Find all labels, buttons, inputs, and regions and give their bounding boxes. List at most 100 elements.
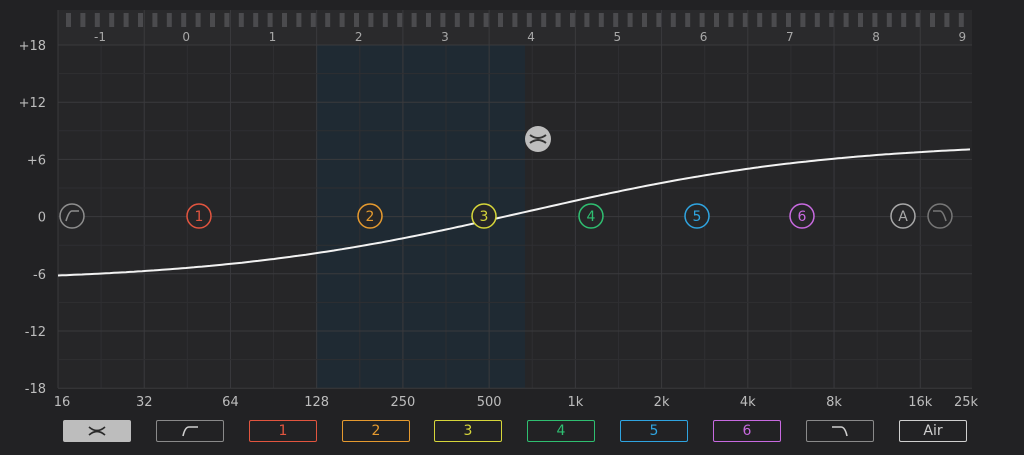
toolbar-button-label: 5 <box>649 423 659 439</box>
toolbar-button-lp[interactable] <box>806 420 874 442</box>
ruler-tick <box>958 13 964 27</box>
band-node-label: 5 <box>693 209 702 225</box>
ruler-label: 8 <box>872 30 880 44</box>
toolbar-button-b1[interactable]: 1 <box>249 420 317 442</box>
freq-label: 16k <box>908 395 933 410</box>
freq-label: 1k <box>567 395 583 410</box>
ruler-tick <box>526 13 532 27</box>
freq-label: 4k <box>740 395 756 410</box>
ruler-label: 7 <box>786 30 794 44</box>
toolbar-button-label: Air <box>923 423 943 439</box>
tilt-handle[interactable] <box>525 126 551 152</box>
ruler-tick <box>224 13 230 27</box>
ruler-tick <box>368 13 374 27</box>
ruler-tick <box>66 13 71 27</box>
ruler-label: -1 <box>94 30 106 44</box>
band-node-label: 3 <box>480 209 489 225</box>
band-node-label: 4 <box>587 209 596 225</box>
ruler-tick <box>771 13 777 27</box>
toolbar-button-b2[interactable]: 2 <box>342 420 410 442</box>
ruler-tick <box>930 13 935 27</box>
ruler-tick <box>210 13 215 27</box>
ruler-tick <box>152 13 158 27</box>
freq-label: 128 <box>304 395 329 410</box>
db-label: -12 <box>25 325 46 340</box>
band-node-label: 2 <box>366 209 375 225</box>
toolbar-button-label: 4 <box>556 423 566 439</box>
freq-label: 25k <box>954 395 979 410</box>
ruler-tick <box>728 13 734 27</box>
band-node-hp[interactable] <box>59 203 85 229</box>
ruler-tick <box>166 13 172 27</box>
freq-label: 2k <box>654 395 670 410</box>
toolbar-button-b6[interactable]: 6 <box>713 420 781 442</box>
ruler-tick <box>325 13 331 27</box>
band-node-b4[interactable]: 4 <box>578 203 604 229</box>
ruler-tick <box>699 13 705 27</box>
band-node-ring[interactable] <box>59 203 85 229</box>
ruler-tick <box>498 13 503 27</box>
freq-label: 32 <box>136 395 153 410</box>
ruler-tick <box>814 13 820 27</box>
band-node-b6[interactable]: 6 <box>789 203 815 229</box>
ruler-tick <box>512 13 518 27</box>
freq-label: 16 <box>54 395 71 410</box>
ruler-tick <box>901 13 907 27</box>
ruler-tick <box>440 13 446 27</box>
ruler-tick <box>584 13 590 27</box>
ruler-tick <box>627 13 633 27</box>
toolbar-button-hp[interactable] <box>156 420 224 442</box>
band-node-b2[interactable]: 2 <box>357 203 383 229</box>
band-node-b1[interactable]: 1 <box>186 203 212 229</box>
ruler-tick <box>555 13 561 27</box>
db-label: -6 <box>33 268 46 283</box>
freq-label: 500 <box>477 395 502 410</box>
toolbar-button-label: 2 <box>371 423 381 439</box>
band-node-label: A <box>898 209 908 225</box>
toolbar-button-label: 6 <box>742 423 752 439</box>
band-toolbar: 1 2 3 4 5 6 Air <box>0 418 1024 448</box>
ruler-label: 3 <box>441 30 449 44</box>
ruler-tick <box>829 13 835 27</box>
freq-label: 8k <box>826 395 842 410</box>
band-node-ring[interactable] <box>927 203 953 229</box>
band-node-air[interactable]: A <box>890 203 916 229</box>
toolbar-button-label: 1 <box>278 423 288 439</box>
ruler-label: 5 <box>614 30 622 44</box>
ruler-tick <box>858 13 863 27</box>
ruler-tick <box>454 13 460 27</box>
band-node-b5[interactable]: 5 <box>684 203 710 229</box>
eq-display[interactable]: +18 +12 +6 0 -6 -12 -18 -1 0 1 2 3 4 5 6 7 8 9 16 32 64 128 25… <box>0 0 1024 415</box>
toolbar-button-b3[interactable]: 3 <box>434 420 502 442</box>
ruler-tick <box>282 13 287 27</box>
ruler-tick <box>642 13 647 27</box>
toolbar-button-b5[interactable]: 5 <box>620 420 688 442</box>
db-label: +12 <box>19 96 46 111</box>
ruler-tick <box>714 13 719 27</box>
ruler-tick <box>94 13 100 27</box>
eq-graph[interactable]: +18+12+60-6-12-18-1 0 1 2 3 4 5 6 7 8 916 32 64 128 25… <box>0 0 1024 415</box>
toolbar-button-air[interactable]: Air <box>899 420 967 442</box>
ruler-tick <box>541 13 547 27</box>
band-node-label: 6 <box>798 209 807 225</box>
toolbar-button-tilt[interactable] <box>63 420 131 442</box>
band-node-b3[interactable]: 3 <box>471 203 497 229</box>
ruler-tick <box>843 13 849 27</box>
freq-label: 250 <box>390 395 415 410</box>
ruler-tick <box>382 13 388 27</box>
ruler-tick <box>757 13 763 27</box>
ruler-label: 6 <box>700 30 708 44</box>
ruler-tick <box>670 13 676 27</box>
toolbar-button-b4[interactable]: 4 <box>527 420 595 442</box>
band-node-lp[interactable] <box>927 203 953 229</box>
ruler-label: 2 <box>355 30 363 44</box>
ruler-label: 0 <box>182 30 190 44</box>
band-node-label: 1 <box>195 209 204 225</box>
ruler-tick <box>310 13 316 27</box>
ruler-tick <box>742 13 748 27</box>
ruler-tick <box>181 13 187 27</box>
ruler-tick <box>354 13 359 27</box>
ruler-tick <box>296 13 302 27</box>
ruler-tick <box>195 13 201 27</box>
ruler-label: 1 <box>269 30 277 44</box>
